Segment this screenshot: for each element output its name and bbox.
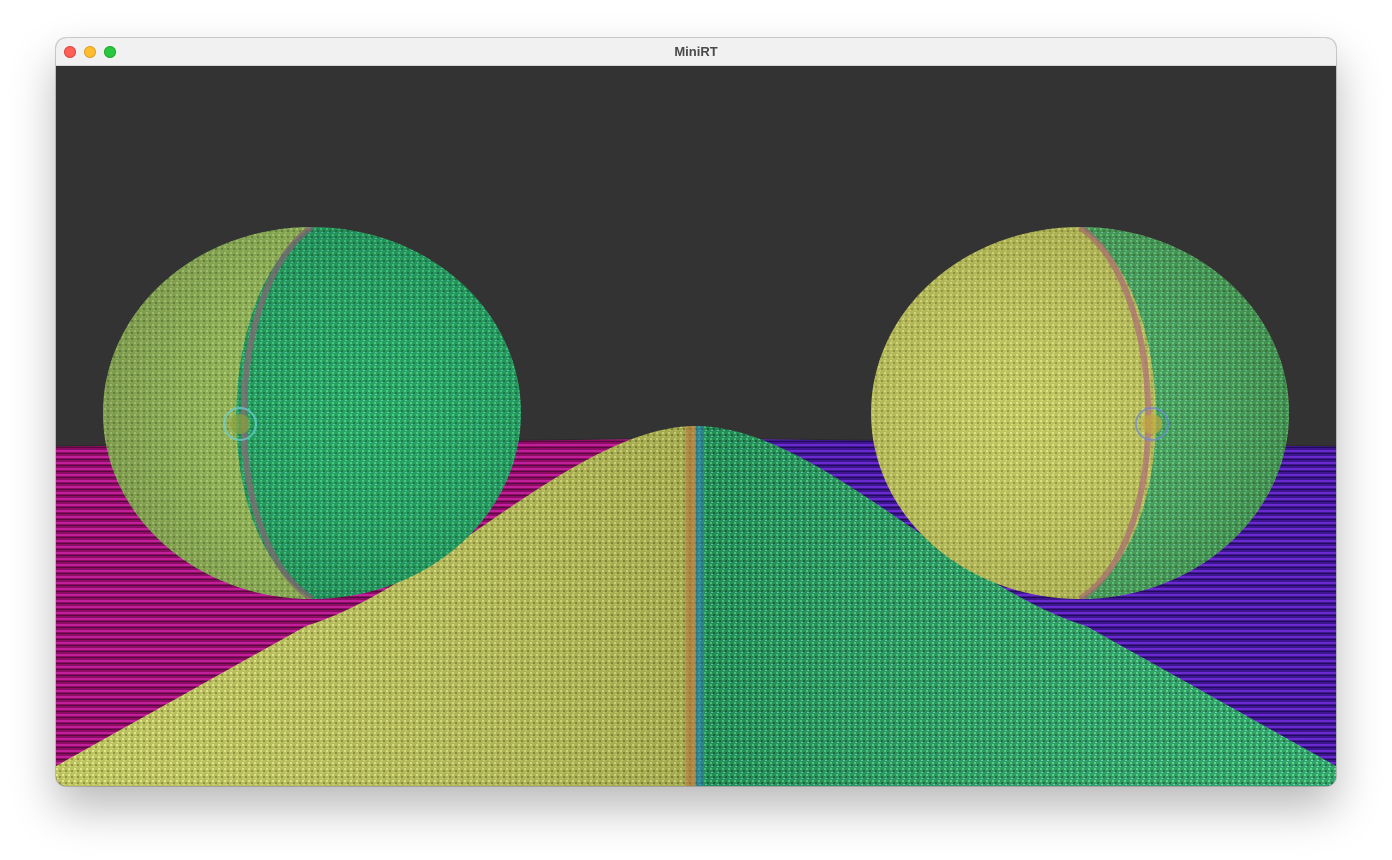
render-canvas[interactable]: [56, 66, 1336, 786]
raytraced-scene: [56, 66, 1336, 786]
title-bar[interactable]: MiniRT: [56, 38, 1336, 66]
desktop: MiniRT: [0, 0, 1392, 860]
minirt-window: MiniRT: [56, 38, 1336, 786]
window-title: MiniRT: [674, 44, 718, 59]
